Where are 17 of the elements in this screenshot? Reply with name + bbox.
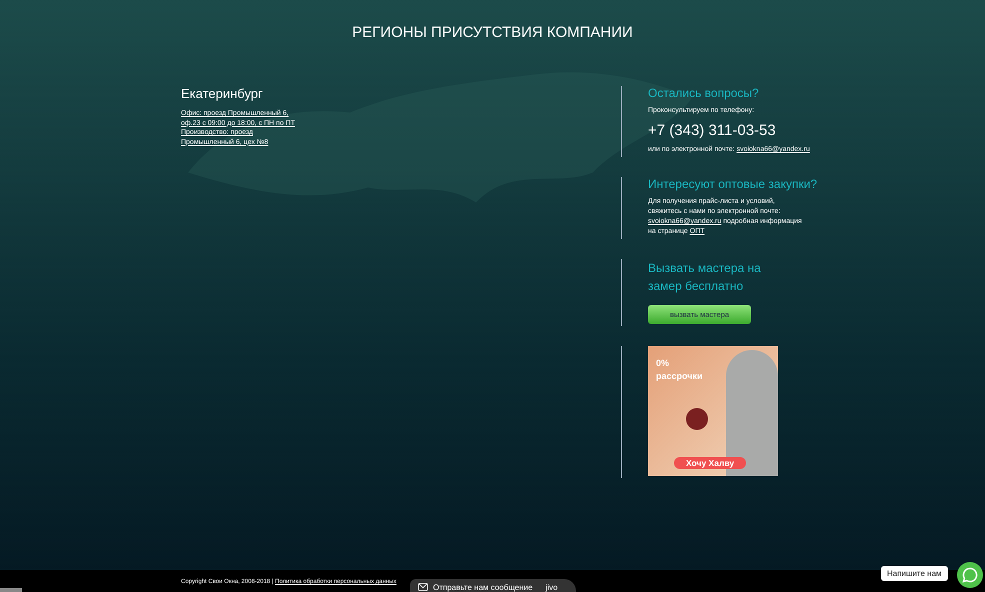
whatsapp-tooltip: Напишите нам <box>881 566 948 581</box>
promo-banner[interactable]: 0% рассрочки Хочу Халву <box>648 346 778 476</box>
chat-bubble-icon <box>962 567 978 583</box>
chat-widget[interactable]: Отправьте нам сообщение jivo <box>410 579 576 592</box>
city-name: Екатеринбург <box>181 86 264 101</box>
mail-icon <box>418 583 428 591</box>
banner-headline: 0% <box>656 358 670 368</box>
banner-subline: рассрочки <box>656 371 703 381</box>
phone-number: +7 (343) 311-03-53 <box>648 122 777 139</box>
section-title: РЕГИОНЫ ПРИСУТСТВИЯ КОМПАНИИ <box>351 23 634 43</box>
chat-brand: jivo <box>546 582 558 592</box>
block-heading: Остались вопросы? <box>648 86 760 100</box>
chat-label: Отправьте нам сообщение <box>433 582 533 592</box>
block-heading: Интересуют оптовые закупки? <box>648 177 818 191</box>
whatsapp-button[interactable] <box>957 562 983 588</box>
block-heading: Вызвать мастера на замер бесплатно <box>648 260 762 295</box>
banner-button[interactable]: Хочу Халву <box>674 457 746 469</box>
